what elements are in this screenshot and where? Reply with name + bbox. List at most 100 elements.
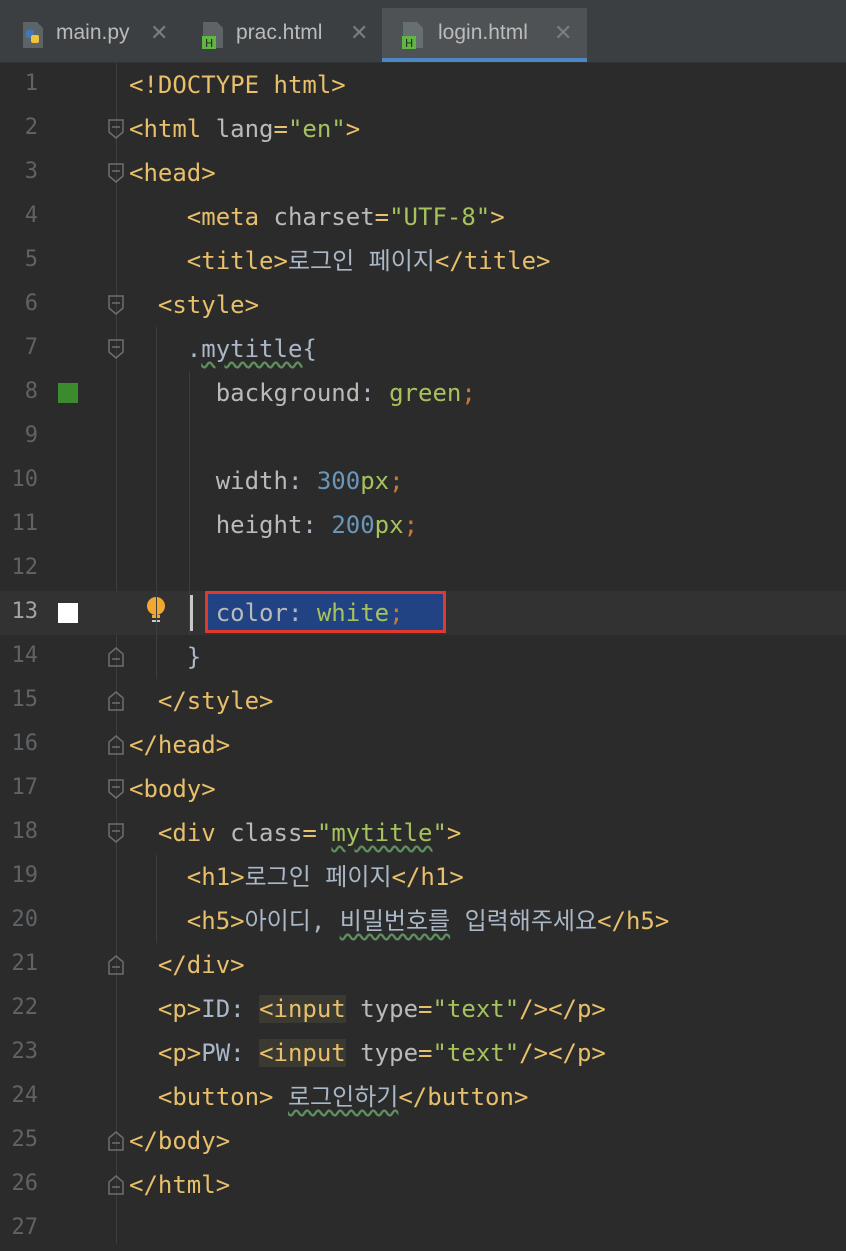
line-number[interactable]: 7	[0, 335, 38, 360]
code-line[interactable]: 24 <button> 로그인하기</button>	[0, 1075, 846, 1119]
code-text[interactable]: </head>	[129, 729, 230, 761]
tab-prac-html[interactable]: H prac.html ✕	[200, 8, 375, 62]
code-line[interactable]: 15 </style>	[0, 679, 846, 723]
fold-open-icon[interactable]	[108, 119, 124, 139]
code-line[interactable]: 6 <style>	[0, 283, 846, 327]
line-number[interactable]: 22	[0, 995, 39, 1020]
fold-open-icon[interactable]	[108, 163, 124, 183]
tab-main-py[interactable]: main.py ✕	[20, 8, 180, 62]
line-number[interactable]: 18	[0, 819, 39, 844]
line-number[interactable]: 6	[0, 291, 38, 316]
line-number[interactable]: 5	[0, 247, 38, 272]
code-line[interactable]: 23 <p>PW: <input type="text"/></p>	[0, 1031, 846, 1075]
code-line[interactable]: 21 </div>	[0, 943, 846, 987]
line-number[interactable]: 2	[0, 115, 38, 140]
line-number[interactable]: 23	[0, 1039, 39, 1064]
line-number[interactable]: 27	[0, 1215, 39, 1240]
code-text[interactable]: color: white;	[129, 597, 404, 629]
line-number[interactable]: 15	[0, 687, 39, 712]
line-number[interactable]: 14	[0, 643, 39, 668]
fold-open-icon[interactable]	[108, 779, 124, 799]
code-text[interactable]: <!DOCTYPE html>	[129, 69, 346, 101]
tab-login-html[interactable]: H login.html ✕	[382, 8, 587, 62]
line-number[interactable]: 20	[0, 907, 39, 932]
line-number[interactable]: 12	[0, 555, 39, 580]
code-text[interactable]: <html lang="en">	[129, 113, 360, 145]
code-editor[interactable]: 1 <!DOCTYPE html> 2 <html lang="en"> 3 <head>…	[0, 63, 846, 1244]
line-number[interactable]: 17	[0, 775, 39, 800]
code-line[interactable]: 13 color: white;	[0, 591, 846, 635]
code-text[interactable]: <div class="mytitle">	[129, 817, 461, 849]
line-number[interactable]: 13	[0, 599, 39, 624]
vcs-modified-marker[interactable]	[58, 383, 78, 403]
code-line[interactable]: 9	[0, 415, 846, 459]
code-text[interactable]: <p>PW: <input type="text"/></p>	[129, 1037, 606, 1069]
code-text[interactable]: <p>ID: <input type="text"/></p>	[129, 993, 606, 1025]
code-text[interactable]: <h5>아이디, 비밀번호를 입력해주세요</h5>	[129, 905, 670, 937]
code-line[interactable]: 19 <h1>로그인 페이지</h1>	[0, 855, 846, 899]
code-line[interactable]: 16 </head>	[0, 723, 846, 767]
fold-open-icon[interactable]	[108, 823, 124, 843]
fold-close-icon[interactable]	[108, 1131, 124, 1151]
line-number[interactable]: 10	[0, 467, 39, 492]
fold-close-icon[interactable]	[108, 955, 124, 975]
code-line[interactable]: 14 }	[0, 635, 846, 679]
fold-close-icon[interactable]	[108, 1175, 124, 1195]
fold-close-icon[interactable]	[108, 691, 124, 711]
line-number[interactable]: 1	[0, 71, 38, 96]
code-line[interactable]: 17 <body>	[0, 767, 846, 811]
code-line[interactable]: 26 </html>	[0, 1163, 846, 1207]
code-text[interactable]: <style>	[129, 289, 259, 321]
line-number[interactable]: 25	[0, 1127, 39, 1152]
code-line[interactable]: 22 <p>ID: <input type="text"/></p>	[0, 987, 846, 1031]
fold-close-icon[interactable]	[108, 647, 124, 667]
editor-tab-bar: main.py ✕ H prac.html ✕ H login.html ✕	[0, 0, 846, 63]
code-text[interactable]: .mytitle{	[129, 333, 317, 365]
code-text[interactable]: </body>	[129, 1125, 230, 1157]
code-text[interactable]: </style>	[129, 685, 274, 717]
line-number[interactable]: 8	[0, 379, 38, 404]
code-line[interactable]: 11 height: 200px;	[0, 503, 846, 547]
code-text[interactable]: <h1>로그인 페이지</h1>	[129, 861, 464, 893]
code-line[interactable]: 8 background: green;	[0, 371, 846, 415]
code-text[interactable]: <meta charset="UTF-8">	[129, 201, 505, 233]
code-text[interactable]: width: 300px;	[129, 465, 404, 497]
code-line[interactable]: 27	[0, 1207, 846, 1251]
code-text[interactable]: <title>로그인 페이지</title>	[129, 245, 551, 277]
code-text[interactable]: <body>	[129, 773, 216, 805]
code-line[interactable]: 1 <!DOCTYPE html>	[0, 63, 846, 107]
line-number[interactable]: 3	[0, 159, 38, 184]
code-line[interactable]: 12	[0, 547, 846, 591]
fold-open-icon[interactable]	[108, 295, 124, 315]
code-line[interactable]: 5 <title>로그인 페이지</title>	[0, 239, 846, 283]
code-text[interactable]: background: green;	[129, 377, 476, 409]
color-preview-swatch[interactable]	[58, 603, 78, 623]
code-line[interactable]: 3 <head>	[0, 151, 846, 195]
code-line[interactable]: 18 <div class="mytitle">	[0, 811, 846, 855]
close-icon[interactable]: ✕	[350, 20, 368, 46]
code-line[interactable]: 4 <meta charset="UTF-8">	[0, 195, 846, 239]
line-number[interactable]: 16	[0, 731, 39, 756]
close-icon[interactable]: ✕	[150, 20, 168, 46]
fold-open-icon[interactable]	[108, 339, 124, 359]
line-number[interactable]: 19	[0, 863, 39, 888]
code-line[interactable]: 2 <html lang="en">	[0, 107, 846, 151]
code-text[interactable]: </html>	[129, 1169, 230, 1201]
line-number[interactable]: 11	[0, 511, 39, 536]
code-line[interactable]: 7 .mytitle{	[0, 327, 846, 371]
code-line[interactable]: 25 </body>	[0, 1119, 846, 1163]
line-number[interactable]: 9	[0, 423, 38, 448]
code-text[interactable]: <button> 로그인하기</button>	[129, 1081, 529, 1113]
code-line[interactable]: 20 <h5>아이디, 비밀번호를 입력해주세요</h5>	[0, 899, 846, 943]
line-number[interactable]: 26	[0, 1171, 39, 1196]
code-text[interactable]: <head>	[129, 157, 216, 189]
code-text[interactable]: </div>	[129, 949, 245, 981]
code-text[interactable]: }	[129, 641, 201, 673]
line-number[interactable]: 21	[0, 951, 39, 976]
code-line[interactable]: 10 width: 300px;	[0, 459, 846, 503]
line-number[interactable]: 24	[0, 1083, 39, 1108]
fold-close-icon[interactable]	[108, 735, 124, 755]
code-text[interactable]: height: 200px;	[129, 509, 418, 541]
close-icon[interactable]: ✕	[554, 20, 572, 46]
line-number[interactable]: 4	[0, 203, 38, 228]
